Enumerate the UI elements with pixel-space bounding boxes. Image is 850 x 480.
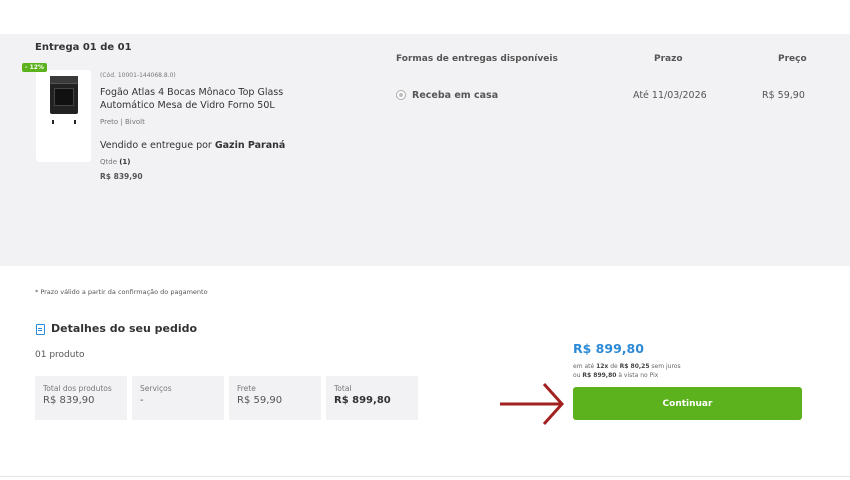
product-code: (Cód. 10001-144068.8.0) <box>100 72 176 79</box>
details-title: Detalhes do seu pedido <box>51 322 198 335</box>
inst-value: R$ 80,25 <box>619 363 650 370</box>
pix-line: ou R$ 899,80 à vista no Pix <box>573 371 681 380</box>
delivery-title: Entrega 01 de 01 <box>35 42 132 53</box>
summary-box-total: Total R$ 899,80 <box>326 376 418 420</box>
divider <box>0 476 850 477</box>
deadline-note: * Prazo válido a partir da confirmação d… <box>35 288 208 296</box>
product-quantity: Qtde (1) <box>100 158 131 166</box>
summary-label: Total <box>334 384 352 393</box>
order-total: R$ 899,80 <box>573 341 644 356</box>
continue-button[interactable]: Continuar <box>573 387 802 420</box>
summary-label: Serviços <box>140 384 172 393</box>
product-name[interactable]: Fogão Atlas 4 Bocas Mônaco Top Glass Aut… <box>100 86 300 112</box>
delivery-option-price: R$ 59,90 <box>762 90 805 101</box>
summary-value: - <box>140 395 144 406</box>
stove-image <box>50 76 78 124</box>
qty-label: Qtde <box>100 158 120 166</box>
product-variant: Preto | Bivolt <box>100 118 145 126</box>
summary-box-products: Total dos produtos R$ 839,90 <box>35 376 127 420</box>
top-band <box>0 0 850 34</box>
column-delivery-options: Formas de entregas disponíveis <box>396 54 558 64</box>
column-deadline: Prazo <box>654 54 683 64</box>
pix-value: R$ 899,80 <box>582 372 617 379</box>
summary-value: R$ 59,90 <box>237 395 283 406</box>
column-price: Preço <box>778 54 807 64</box>
installment-line: em até 12x de R$ 80,25 sem juros <box>573 362 681 371</box>
inst-mid: de <box>608 363 620 370</box>
product-thumbnail[interactable] <box>36 70 91 162</box>
summary-value: R$ 899,80 <box>334 395 391 406</box>
product-seller: Vendido e entregue por Gazin Paraná <box>100 140 285 151</box>
product-price: R$ 839,90 <box>100 172 143 181</box>
inst-count: 12x <box>596 363 609 370</box>
delivery-option-date: Até 11/03/2026 <box>633 90 707 101</box>
seller-name: Gazin Paraná <box>214 140 286 151</box>
pix-prefix: ou <box>573 372 583 379</box>
summary-box-services: Serviços - <box>132 376 224 420</box>
qty-value: (1) <box>119 158 131 166</box>
product-count: 01 produto <box>35 350 85 360</box>
discount-badge: - 12% <box>22 63 47 72</box>
summary-box-shipping: Frete R$ 59,90 <box>229 376 321 420</box>
summary-label: Frete <box>237 384 256 393</box>
document-icon <box>36 324 45 335</box>
summary-label: Total dos produtos <box>43 384 112 393</box>
summary-value: R$ 839,90 <box>43 395 95 406</box>
seller-prefix: Vendido e entregue por <box>100 140 215 151</box>
inst-suffix: sem juros <box>649 363 681 370</box>
arrow-right-icon <box>500 382 565 426</box>
delivery-option-radio[interactable] <box>396 90 406 100</box>
delivery-option-label[interactable]: Receba em casa <box>412 90 498 101</box>
pix-suffix: à vista no Pix <box>616 372 659 379</box>
inst-prefix: em até <box>573 363 597 370</box>
installment-info: em até 12x de R$ 80,25 sem juros ou R$ 8… <box>573 362 681 380</box>
